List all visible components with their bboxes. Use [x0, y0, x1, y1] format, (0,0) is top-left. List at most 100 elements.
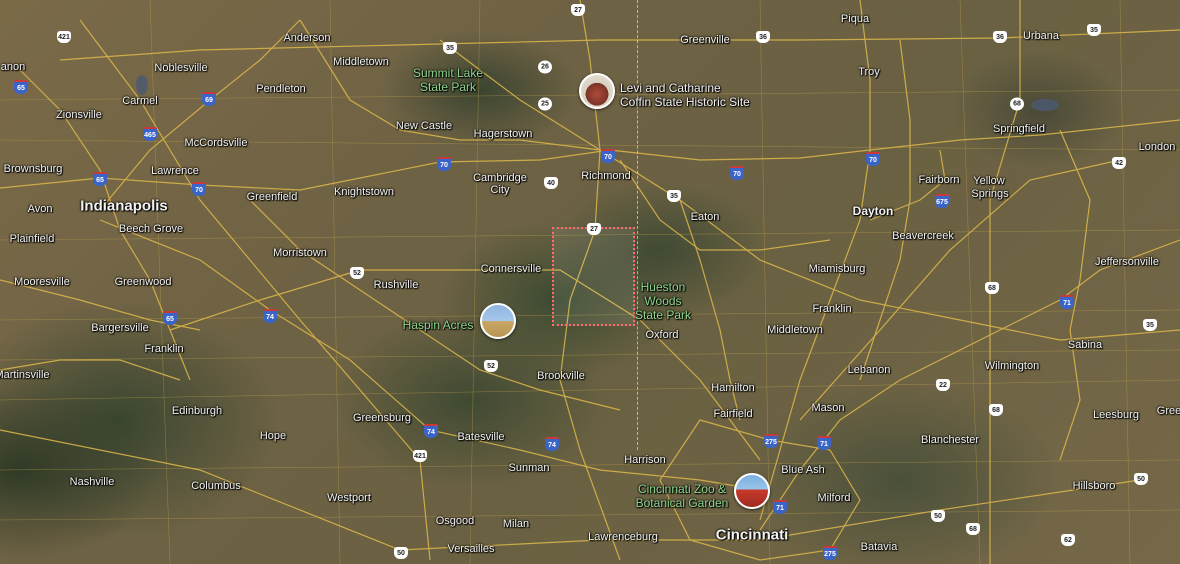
- town-label: Blue Ash: [781, 464, 825, 476]
- town-label: Yellow: [973, 175, 1005, 187]
- town-label: Carmel: [122, 95, 158, 107]
- town-label: Brookville: [537, 370, 585, 382]
- town-label: Cambridge: [473, 172, 527, 184]
- interstate-shield: 275: [764, 434, 778, 448]
- us-route-shield: 42: [1112, 157, 1126, 169]
- us-route-shield: 27: [587, 223, 601, 235]
- town-label: Nashville: [69, 476, 115, 488]
- town-label: Versailles: [447, 543, 495, 555]
- state-route-shield: 25: [538, 97, 552, 111]
- town-label: Batesville: [457, 431, 505, 443]
- park-label[interactable]: Cincinnati Zoo & Botanical Garden: [636, 482, 729, 510]
- town-label: Rushville: [373, 279, 419, 291]
- us-route-shield: 35: [1087, 24, 1101, 36]
- town-label: Middletown: [333, 56, 389, 68]
- town-label: Springfield: [993, 123, 1045, 135]
- city-label[interactable]: Indianapolis: [80, 198, 168, 215]
- town-label: anon: [0, 61, 26, 73]
- lake: [1031, 99, 1059, 111]
- town-label: Milford: [817, 492, 851, 504]
- town-label: Middletown: [767, 324, 823, 336]
- city-label[interactable]: Dayton: [853, 204, 894, 218]
- interstate-shield: 74: [424, 424, 438, 438]
- town-label: Miamisburg: [808, 263, 866, 275]
- town-label: Franklin: [812, 303, 852, 315]
- satellite-map[interactable]: Indianapolis Dayton Cincinnati Anderson …: [0, 0, 1180, 564]
- town-label: Sunman: [508, 462, 550, 474]
- us-route-shield: 36: [993, 31, 1007, 43]
- town-label: Greenwood: [114, 276, 172, 288]
- town-label: Martinsville: [0, 369, 50, 381]
- interstate-shield: 70: [730, 166, 744, 180]
- town-label: Connersville: [480, 263, 542, 275]
- city-label[interactable]: Cincinnati: [716, 527, 789, 544]
- interstate-shield: 65: [163, 311, 177, 325]
- town-label: Noblesville: [154, 62, 208, 74]
- town-label: McCordsville: [184, 137, 248, 149]
- town-label: Greenfield: [246, 191, 298, 203]
- us-route-shield: 68: [985, 282, 999, 294]
- us-route-shield: 68: [966, 523, 980, 535]
- us-route-shield: 36: [756, 31, 770, 43]
- poi-label[interactable]: Levi and Catharine Coffin State Historic…: [620, 81, 750, 109]
- us-route-shield: 52: [484, 360, 498, 372]
- town-label: Pendleton: [256, 83, 306, 95]
- us-route-shield: 35: [1143, 319, 1157, 331]
- town-label: Hope: [259, 430, 287, 442]
- us-route-shield: 421: [413, 450, 427, 462]
- us-route-shield: 68: [989, 404, 1003, 416]
- town-label: Richmond: [581, 170, 631, 182]
- town-label: Fairborn: [918, 174, 960, 186]
- town-label: City: [490, 184, 510, 196]
- town-label: Lawrenceburg: [588, 531, 658, 543]
- interstate-shield: 65: [93, 172, 107, 186]
- town-label: Beech Grove: [118, 223, 184, 235]
- town-label: Batavia: [860, 541, 898, 553]
- town-label: Mason: [811, 402, 845, 414]
- town-label: Gree: [1156, 405, 1180, 417]
- town-label: London: [1138, 141, 1176, 153]
- interstate-shield: 71: [773, 500, 787, 514]
- town-label: Sabina: [1067, 339, 1103, 351]
- interstate-shield: 71: [1060, 295, 1074, 309]
- town-label: Hamilton: [711, 382, 755, 394]
- us-route-shield: 50: [394, 547, 408, 559]
- town-label: Bargersville: [91, 322, 149, 334]
- historic-site-pin[interactable]: [579, 73, 615, 109]
- park-label[interactable]: Summit Lake State Park: [413, 66, 483, 94]
- us-route-shield: 50: [931, 510, 945, 522]
- selected-area[interactable]: [552, 227, 635, 326]
- town-label: Jeffersonville: [1095, 256, 1159, 268]
- cincinnati-zoo-pin[interactable]: [734, 473, 770, 509]
- town-label: Beavercreek: [892, 230, 954, 242]
- town-label: Springs: [971, 188, 1009, 200]
- town-label: Fairfield: [713, 408, 753, 420]
- park-label[interactable]: Haspin Acres: [403, 318, 474, 332]
- us-route-shield: 35: [443, 42, 457, 54]
- town-label: Anderson: [283, 32, 331, 44]
- town-label: Wilmington: [984, 360, 1040, 372]
- town-label: Milan: [502, 518, 530, 530]
- town-label: Piqua: [840, 13, 870, 25]
- interstate-shield: 69: [202, 92, 216, 106]
- interstate-shield: 70: [437, 157, 451, 171]
- haspin-acres-pin[interactable]: [480, 303, 516, 339]
- interstate-shield: 275: [823, 546, 837, 560]
- town-label: Blanchester: [920, 434, 980, 446]
- town-label: Eaton: [690, 211, 720, 223]
- town-label: Brownsburg: [3, 163, 63, 175]
- us-route-shield: 22: [936, 379, 950, 391]
- state-boundary: [637, 0, 638, 450]
- town-label: Troy: [858, 66, 880, 78]
- town-label: Zionsville: [56, 109, 102, 121]
- interstate-shield: 74: [263, 309, 277, 323]
- town-label: Morristown: [273, 247, 327, 259]
- town-label: Plainfield: [9, 233, 55, 245]
- park-label[interactable]: Hueston Woods State Park: [635, 280, 691, 322]
- interstate-shield: 465: [143, 127, 157, 141]
- town-label: Greenville: [680, 34, 730, 46]
- town-label: Avon: [27, 203, 53, 215]
- us-route-shield: 40: [544, 177, 558, 189]
- town-label: Knightstown: [334, 186, 394, 198]
- town-label: Urbana: [1022, 30, 1060, 42]
